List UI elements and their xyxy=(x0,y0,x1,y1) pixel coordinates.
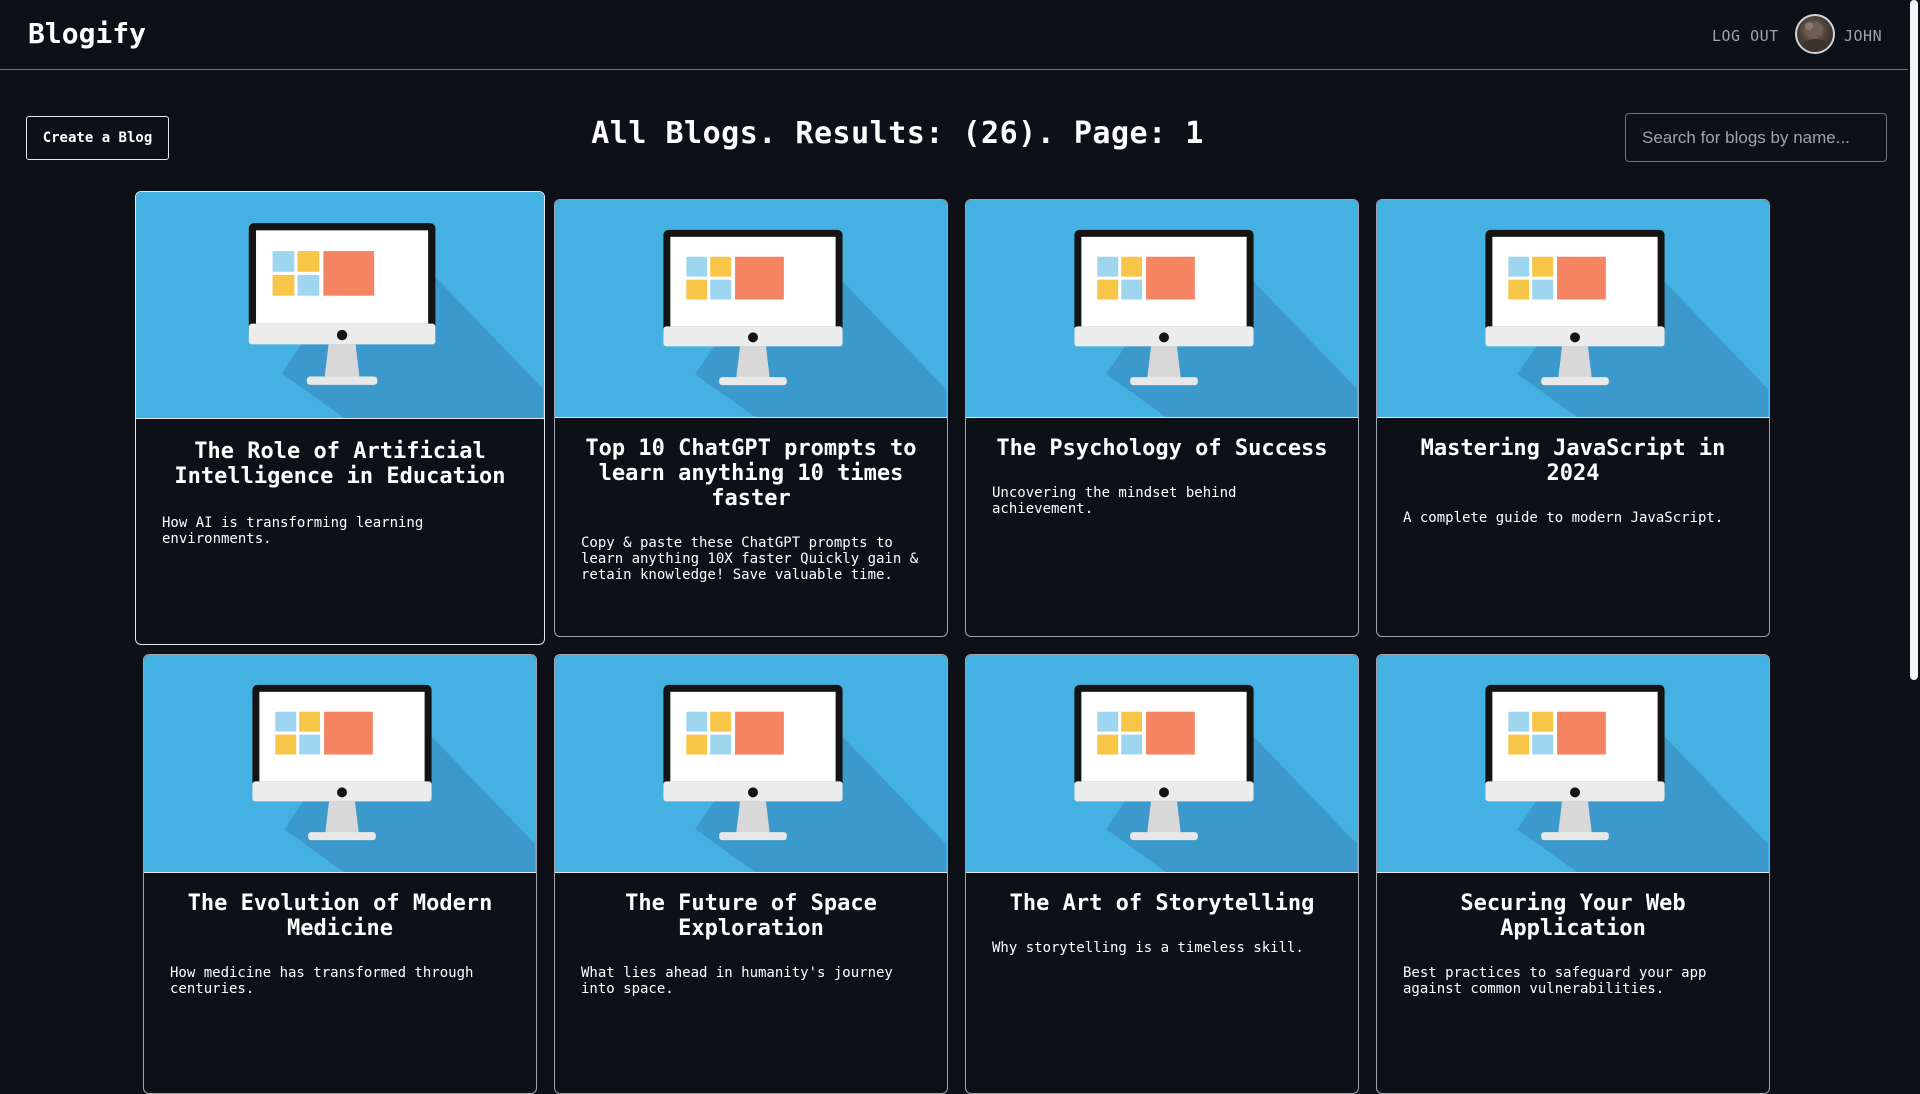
blog-card[interactable]: Mastering JavaScript in 2024 A complete … xyxy=(1376,199,1770,637)
blog-card[interactable]: Top 10 ChatGPT prompts to learn anything… xyxy=(554,199,948,637)
blog-thumbnail xyxy=(1377,655,1769,873)
blog-thumbnail xyxy=(966,655,1358,873)
blog-description: How medicine has transformed through cen… xyxy=(170,965,474,997)
desktop-monitor-icon xyxy=(1377,655,1769,872)
scrollbar-thumb[interactable] xyxy=(1910,0,1918,680)
username-label[interactable]: JOHN xyxy=(1844,27,1882,45)
blog-title: The Role of Artificial Intelligence in E… xyxy=(174,439,506,489)
user-avatar-icon xyxy=(1802,22,1828,52)
blog-title: Securing Your Web Application xyxy=(1460,891,1686,941)
blog-title: Top 10 ChatGPT prompts to learn anything… xyxy=(585,436,917,511)
blog-description: Best practices to safeguard your app aga… xyxy=(1403,965,1707,997)
blog-card[interactable]: The Future of Space Exploration What lie… xyxy=(554,654,948,1094)
desktop-monitor-icon xyxy=(136,192,544,418)
blog-thumbnail xyxy=(136,192,544,419)
blog-card[interactable]: The Psychology of Success Uncovering the… xyxy=(965,199,1359,637)
brand-logo[interactable]: Blogify xyxy=(28,17,146,50)
blog-thumbnail xyxy=(144,655,536,873)
blog-thumbnail xyxy=(1377,200,1769,418)
blog-card[interactable]: The Evolution of Modern Medicine How med… xyxy=(143,654,537,1094)
logout-button[interactable]: LOG OUT xyxy=(1712,27,1779,45)
blog-title: Mastering JavaScript in 2024 xyxy=(1420,436,1726,486)
blog-title: The Evolution of Modern Medicine xyxy=(187,891,493,941)
desktop-monitor-icon xyxy=(555,655,947,872)
desktop-monitor-icon xyxy=(966,200,1358,417)
desktop-monitor-icon xyxy=(555,200,947,417)
blog-card[interactable]: The Art of Storytelling Why storytelling… xyxy=(965,654,1359,1094)
blog-description: Uncovering the mindset behind achievemen… xyxy=(992,485,1237,517)
blog-card[interactable]: The Role of Artificial Intelligence in E… xyxy=(135,191,545,645)
blog-description: How AI is transforming learning environm… xyxy=(162,515,424,547)
blog-title: The Future of Space Exploration xyxy=(625,891,877,941)
page-title: All Blogs. Results: (26). Page: 1 xyxy=(591,116,1204,151)
search-input[interactable] xyxy=(1625,113,1887,162)
blog-description: What lies ahead in humanity's journey in… xyxy=(581,965,893,997)
top-navbar: Blogify LOG OUT JOHN xyxy=(0,0,1920,70)
blog-description: Why storytelling is a timeless skill. xyxy=(992,940,1304,956)
blog-thumbnail xyxy=(555,655,947,873)
blog-description: Copy & paste these ChatGPT prompts to le… xyxy=(581,535,919,583)
blog-description: A complete guide to modern JavaScript. xyxy=(1403,510,1724,526)
blog-title: The Art of Storytelling xyxy=(1009,891,1315,916)
desktop-monitor-icon xyxy=(1377,200,1769,417)
scrollbar[interactable] xyxy=(1908,0,1920,1080)
blog-thumbnail xyxy=(555,200,947,418)
desktop-monitor-icon xyxy=(966,655,1358,872)
blog-title: The Psychology of Success xyxy=(996,436,1328,461)
blog-thumbnail xyxy=(966,200,1358,418)
desktop-monitor-icon xyxy=(144,655,536,872)
avatar[interactable] xyxy=(1795,14,1835,54)
blog-card[interactable]: Securing Your Web Application Best pract… xyxy=(1376,654,1770,1094)
